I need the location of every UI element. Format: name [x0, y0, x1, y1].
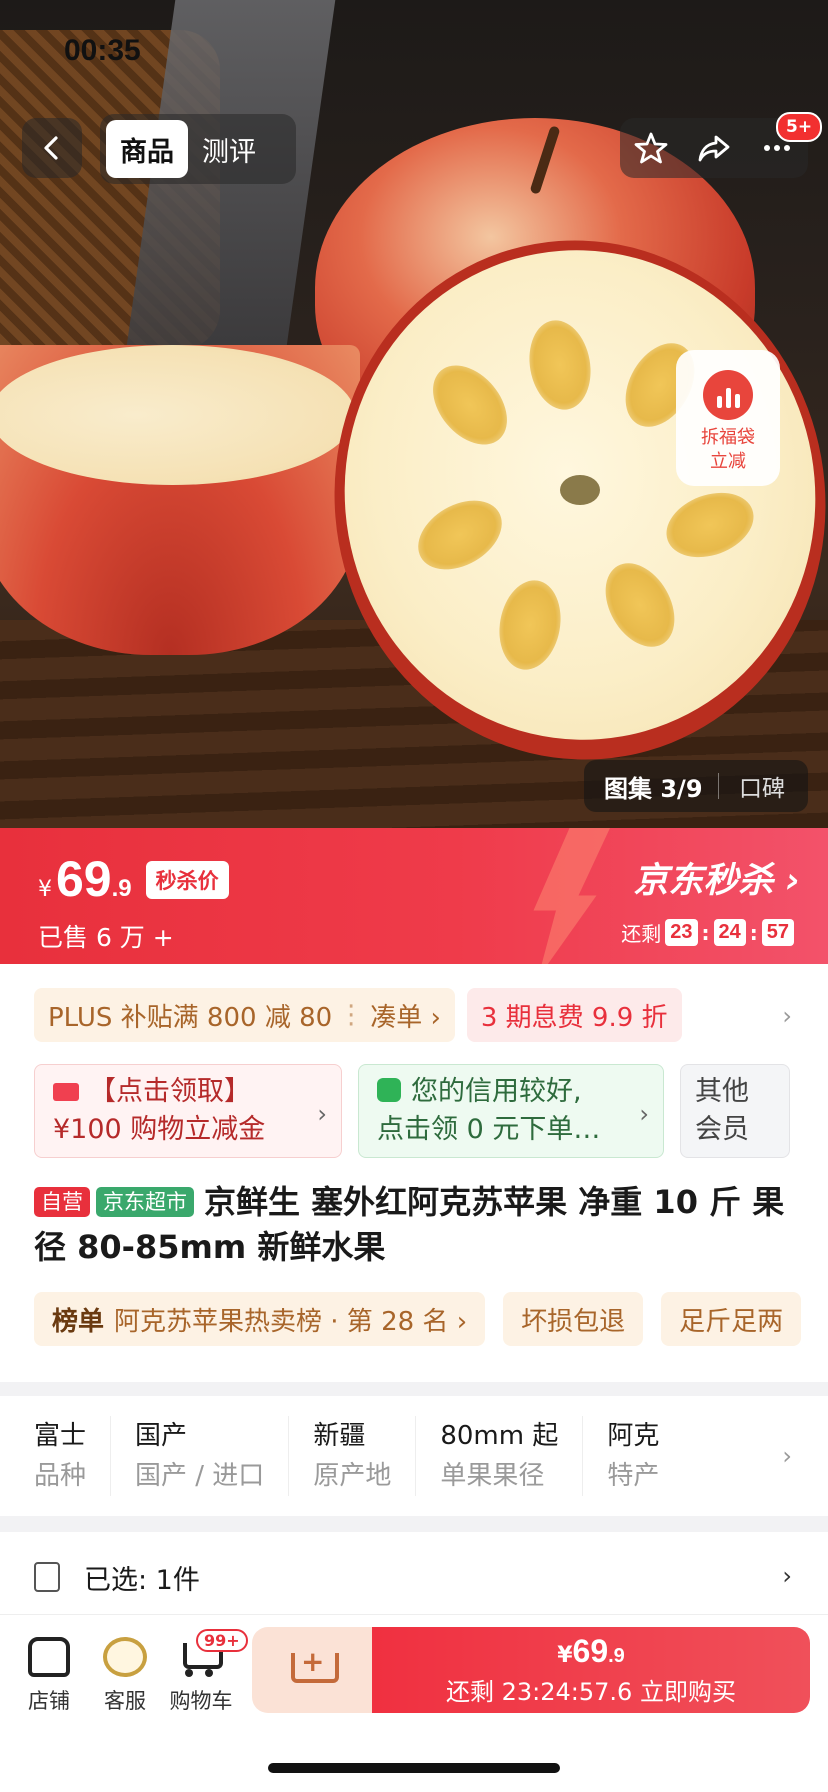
half-apple-left-flesh: [0, 345, 355, 485]
jd-seckill-link[interactable]: 京东秒杀 ›: [633, 852, 800, 903]
ranking-label: 榜单: [52, 1306, 105, 1337]
buy-now-price: ¥69.9: [557, 1633, 625, 1669]
chevron-right-icon: ›: [782, 1562, 792, 1590]
apple-core-center: [560, 475, 600, 505]
coupon-credit[interactable]: 您的信用较好, 点击领 0 元下单… ›: [358, 1064, 664, 1158]
promo-row: PLUS 补贴满 800 减 80 ⋮ 凑单 › 3 期息费 9.9 折: [34, 988, 682, 1042]
currency-symbol: ¥: [38, 877, 52, 902]
full-weight-badge[interactable]: 足斤足两: [661, 1292, 802, 1346]
status-bar-time: 00:35: [64, 34, 141, 67]
coupon-row: 【点击领取】 ¥100 购物立减金 › 您的信用较好, 点击领 0 元下单… ›…: [34, 1064, 790, 1158]
chevron-right-icon[interactable]: ›: [782, 1442, 792, 1470]
store-icon: [28, 1637, 70, 1677]
self-operated-tag: 自营: [34, 1187, 90, 1217]
spec-item: 阿克 特产: [607, 1421, 660, 1491]
home-indicator: [268, 1763, 560, 1773]
countdown-hours: 23: [665, 919, 698, 946]
seckill-price-tag: 秒杀价: [145, 861, 229, 899]
spec-item: 富士 品种: [34, 1416, 112, 1496]
card-icon: [53, 1083, 79, 1101]
add-cart-icon: [287, 1645, 339, 1691]
plus-subsidy-text: PLUS 补贴满 800 减 80: [48, 1002, 333, 1033]
customer-service-label: 客服: [104, 1689, 146, 1713]
customer-service-icon: [103, 1637, 147, 1677]
price-decimal: .9: [111, 875, 132, 902]
gallery-indicator[interactable]: 图集 3/9 口碑: [584, 760, 808, 812]
bar-chart-icon: [703, 370, 753, 420]
countdown-timer: 还剩 23 : 24 : 57: [621, 918, 794, 947]
coupon-other-members[interactable]: 其他 会员: [680, 1064, 790, 1158]
price-integer: 69: [56, 851, 112, 907]
add-on-order-link[interactable]: 凑单 ›: [370, 997, 441, 1034]
star-icon[interactable]: [633, 130, 669, 166]
shopping-bag-icon: [377, 1078, 401, 1102]
cart-count-badge: 99+: [196, 1629, 248, 1652]
spec-item: 国产 国产 / 进口: [135, 1416, 290, 1496]
countdown-seconds: 57: [761, 919, 794, 946]
add-to-cart-button[interactable]: [252, 1627, 372, 1713]
product-info-card: PLUS 补贴满 800 减 80 ⋮ 凑单 › 3 期息费 9.9 折 › 【…: [0, 964, 828, 1382]
countdown-minutes: 24: [713, 919, 746, 946]
lightning-icon: [533, 828, 610, 964]
countdown-label: 还剩: [621, 922, 662, 946]
spec-item: 80mm 起单果果径: [440, 1416, 584, 1496]
receipt-icon: [34, 1562, 60, 1592]
plus-subsidy-promo[interactable]: PLUS 补贴满 800 减 80 ⋮ 凑单 ›: [34, 988, 455, 1042]
seckill-price-banner: ¥ 69 .9 秒杀价 已售 6 万 + 京东秒杀 › 还剩 23 : 24 :…: [0, 828, 828, 964]
buy-now-label: 还剩 23:24:57.6 立即购买: [446, 1678, 736, 1706]
damage-refund-badge[interactable]: 坏损包退: [503, 1292, 644, 1346]
jd-supermarket-tag: 京东超市: [96, 1187, 194, 1217]
page-tabs: 商品 测评: [100, 114, 296, 184]
customer-service-button[interactable]: 客服: [90, 1637, 160, 1715]
product-title: 自营 京东超市 京鲜生 塞外红阿克苏苹果 净重 10 斤 果径 80-85mm 新鲜…: [34, 1180, 794, 1270]
tab-review[interactable]: 测评: [188, 120, 270, 178]
coupon-cash[interactable]: 【点击领取】 ¥100 购物立减金 ›: [34, 1064, 342, 1158]
ranking-badge[interactable]: 榜单 阿克苏苹果热卖榜 · 第 28 名 ›: [34, 1292, 486, 1346]
chevron-right-icon[interactable]: ›: [782, 1002, 792, 1030]
tab-product[interactable]: 商品: [106, 120, 188, 178]
gallery-review-tab[interactable]: 口碑: [719, 769, 785, 803]
sold-count: 已售 6 万 +: [38, 923, 174, 952]
spec-list: 富士 品种 国产 国产 / 进口 新疆 原产地 80mm 起单果果径 阿克 特产: [0, 1396, 828, 1496]
spec-item: 新疆 原产地: [313, 1416, 417, 1496]
store-label: 店铺: [28, 1689, 70, 1713]
spec-card[interactable]: 富士 品种 国产 国产 / 进口 新疆 原产地 80mm 起单果果径 阿克 特产 ›: [0, 1396, 828, 1516]
cart-label: 购物车: [169, 1689, 233, 1713]
buy-now-button[interactable]: ¥69.9 还剩 23:24:57.6 立即购买: [372, 1627, 810, 1713]
installment-promo[interactable]: 3 期息费 9.9 折: [466, 988, 682, 1042]
gallery-count: 图集 3/9: [604, 774, 703, 803]
ranking-text: 阿克苏苹果热卖榜 · 第 28 名 ›: [114, 1306, 468, 1337]
bottom-action-bar: 店铺 客服 购物车 99+ ¥69.9 还剩 23:24:57.6 立即购买: [0, 1614, 828, 1792]
back-button[interactable]: [22, 118, 82, 178]
chevron-right-icon: ›: [317, 1100, 327, 1128]
lucky-bag-label: 拆福袋 立减: [701, 427, 755, 472]
selected-option-row[interactable]: 已选: 1件 ›: [0, 1532, 828, 1622]
lucky-bag-button[interactable]: 拆福袋 立减: [676, 350, 780, 486]
share-icon[interactable]: [696, 130, 732, 166]
more-badge: 5+: [776, 112, 823, 142]
rank-row: 榜单 阿克苏苹果热卖榜 · 第 28 名 › 坏损包退 足斤足两: [34, 1292, 802, 1346]
chevron-left-icon: [44, 136, 58, 160]
store-button[interactable]: 店铺: [14, 1637, 84, 1715]
selected-option-text: 已选: 1件: [84, 1564, 200, 1596]
chevron-right-icon: ›: [639, 1100, 649, 1128]
price: ¥ 69 .9 秒杀价: [38, 850, 229, 908]
